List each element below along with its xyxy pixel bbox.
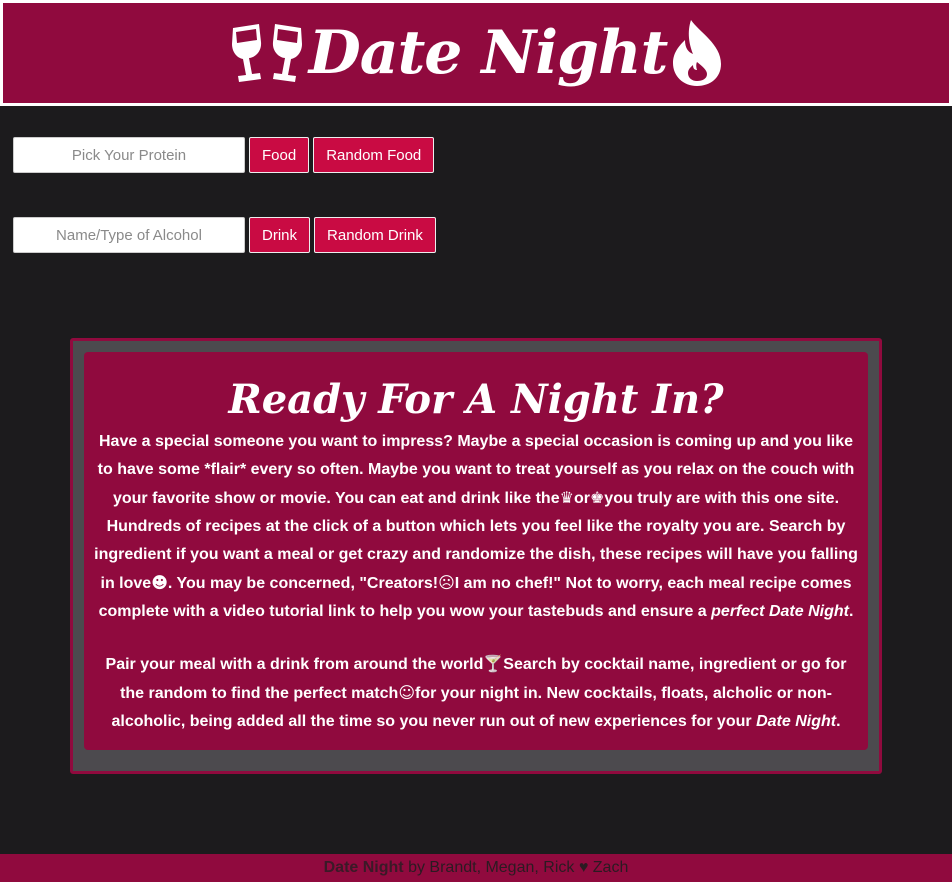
intro-paragraph-food: Have a special someone you want to impre… [94,428,858,626]
site-logo: Date Night [227,18,726,88]
wine-glasses-cheers-icon [231,24,302,82]
header-banner: Date Night [3,3,949,103]
intro-emphasis: perfect Date Night [711,603,849,620]
protein-search-input[interactable] [13,137,245,173]
alcohol-search-input[interactable] [13,217,245,253]
random-drink-button[interactable]: Random Drink [314,217,436,253]
intro-emphasis: Date Night [756,713,837,730]
intro-text: or [573,490,590,507]
intro-card: Ready For A Night In? Have a special som… [84,352,868,750]
smiley-icon: ☻ [151,573,168,592]
site-footer: Date Night by Brandt, Megan, Rick ♥ Zach [0,854,952,882]
heart-icon: ♥ [578,859,589,876]
random-food-button[interactable]: Random Food [313,137,435,173]
footer-brand: Date Night [323,859,404,876]
site-title: Date Night [308,18,669,88]
site-header: Date Night [0,0,952,106]
intro-text: Pair your meal with a drink from around … [105,656,484,673]
intro-title: Ready For A Night In? [228,376,724,423]
intro-paragraph-drink: Pair your meal with a drink from around … [94,650,858,736]
drink-button[interactable]: Drink [249,217,311,253]
footer-credits: by Brandt, Megan, Rick [408,859,575,876]
intro-text: . [848,603,854,620]
king-icon: ♚ [589,488,605,507]
food-search-form: Food Random Food [13,137,435,173]
food-button[interactable]: Food [249,137,310,173]
intro-text: . [836,713,841,730]
footer-credits-last: Zach [592,859,629,876]
intro-panel: Ready For A Night In? Have a special som… [70,338,882,774]
intro-text: . You may be concerned, "Creators! [167,575,439,592]
worried-face-icon: ☹ [438,573,455,592]
drink-search-form: Drink Random Drink [13,217,436,253]
queen-icon: ♛ [559,488,574,507]
cocktail-icon: 🍸 [483,654,504,673]
kiss-face-icon: ☺ [398,683,415,702]
flame-icon [673,20,722,86]
